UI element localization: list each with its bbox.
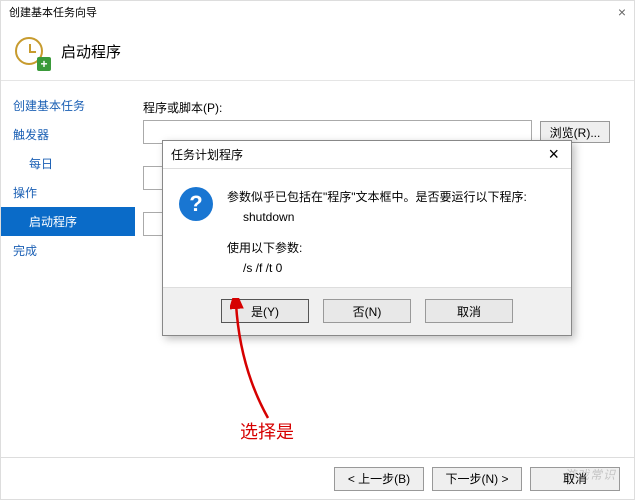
wizard-footer: < 上一步(B) 下一步(N) > 取消 xyxy=(1,457,634,499)
dialog-message: 参数似乎已包括在"程序"文本框中。是否要运行以下程序: shutdown 使用以… xyxy=(227,187,527,279)
annotation-text: 选择是 xyxy=(240,418,294,444)
dialog-cancel-button[interactable]: 取消 xyxy=(425,299,513,323)
dialog-body: ? 参数似乎已包括在"程序"文本框中。是否要运行以下程序: shutdown 使… xyxy=(163,169,571,287)
dialog-title: 任务计划程序 xyxy=(171,146,243,163)
sidebar-item-action[interactable]: 操作 xyxy=(1,178,135,207)
wizard-titlebar: 创建基本任务向导 × xyxy=(1,1,634,23)
sidebar-item-trigger[interactable]: 触发器 xyxy=(1,120,135,149)
wizard-header: + 启动程序 xyxy=(1,23,634,81)
dialog-titlebar: 任务计划程序 × xyxy=(163,141,571,169)
sidebar-item-daily[interactable]: 每日 xyxy=(1,149,135,178)
scheduler-icon: + xyxy=(15,35,49,69)
close-icon[interactable]: × xyxy=(618,4,626,20)
dialog-line1: 参数似乎已包括在"程序"文本框中。是否要运行以下程序: xyxy=(227,187,527,207)
program-script-label: 程序或脚本(P): xyxy=(143,99,610,116)
confirm-dialog: 任务计划程序 × ? 参数似乎已包括在"程序"文本框中。是否要运行以下程序: s… xyxy=(162,140,572,336)
sidebar-item-start-program[interactable]: 启动程序 xyxy=(1,207,135,236)
next-button[interactable]: 下一步(N) > xyxy=(432,467,522,491)
dialog-footer: 是(Y) 否(N) 取消 xyxy=(163,287,571,335)
yes-button[interactable]: 是(Y) xyxy=(221,299,309,323)
dialog-program: shutdown xyxy=(227,207,527,227)
wizard-window-title: 创建基本任务向导 xyxy=(9,4,97,20)
wizard-sidebar: 创建基本任务 触发器 每日 操作 启动程序 完成 xyxy=(1,81,135,461)
sidebar-item-finish[interactable]: 完成 xyxy=(1,236,135,265)
back-button[interactable]: < 上一步(B) xyxy=(334,467,424,491)
dialog-close-icon[interactable]: × xyxy=(544,144,563,165)
wizard-page-title: 启动程序 xyxy=(61,41,121,62)
dialog-line2: 使用以下参数: xyxy=(227,238,527,258)
no-button[interactable]: 否(N) xyxy=(323,299,411,323)
watermark: 游戏常识 xyxy=(564,466,616,483)
dialog-params: /s /f /t 0 xyxy=(227,258,527,278)
sidebar-item-create[interactable]: 创建基本任务 xyxy=(1,91,135,120)
question-icon: ? xyxy=(179,187,213,221)
